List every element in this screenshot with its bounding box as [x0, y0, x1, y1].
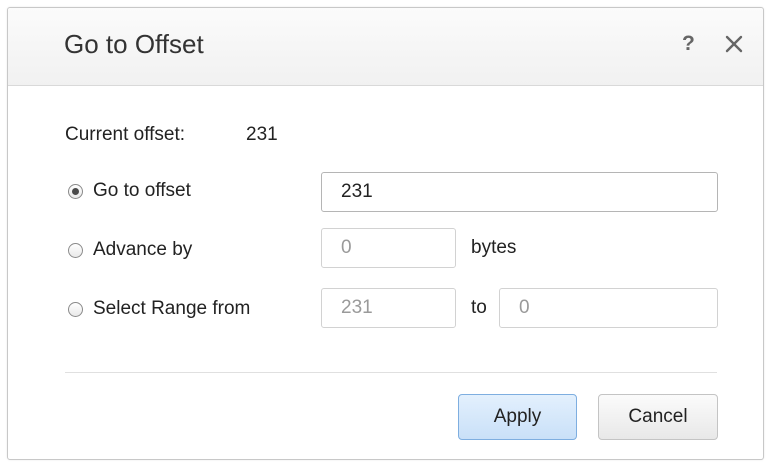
go-to-offset-dialog: Go to Offset ? Current offset: 231 Go to…: [7, 7, 764, 460]
dialog-title: Go to Offset: [64, 29, 204, 59]
goto-offset-radio[interactable]: [68, 183, 83, 199]
goto-offset-option[interactable]: Go to offset: [68, 179, 191, 203]
close-icon[interactable]: [724, 34, 744, 54]
goto-offset-label: Go to offset: [93, 180, 191, 201]
help-icon[interactable]: ?: [682, 32, 695, 56]
advance-by-option[interactable]: Advance by: [68, 238, 192, 262]
current-offset-label: Current offset:: [65, 124, 186, 145]
advance-by-label: Advance by: [93, 239, 193, 260]
range-from-input[interactable]: [321, 288, 456, 328]
apply-button[interactable]: Apply: [458, 394, 577, 440]
select-range-radio[interactable]: [68, 301, 83, 317]
select-range-label: Select Range from: [93, 298, 251, 319]
current-offset-value: 231: [246, 124, 278, 145]
advance-by-input[interactable]: [321, 228, 456, 268]
bytes-unit-label: bytes: [471, 237, 517, 258]
cancel-button[interactable]: Cancel: [598, 394, 718, 440]
dialog-titlebar: Go to Offset ?: [8, 8, 763, 86]
range-to-input[interactable]: [499, 288, 718, 328]
goto-offset-input[interactable]: [321, 172, 718, 212]
footer-divider: [65, 372, 717, 373]
select-range-option[interactable]: Select Range from: [68, 297, 250, 321]
advance-by-radio[interactable]: [68, 242, 83, 258]
range-to-label: to: [471, 297, 487, 318]
